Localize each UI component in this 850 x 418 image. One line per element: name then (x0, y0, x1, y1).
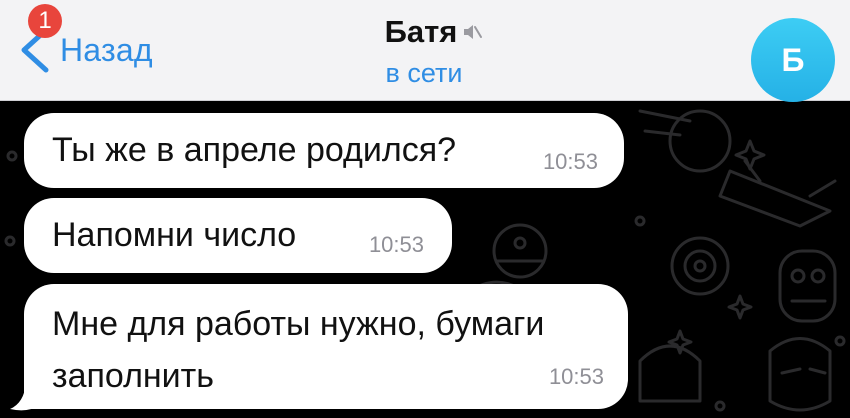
message-time: 10:53 (368, 232, 424, 257)
avatar[interactable]: Б (751, 18, 835, 102)
message-text: Напомни число (52, 216, 297, 254)
chat-title-row: Батя (385, 14, 484, 50)
message-time: 10:53 (548, 364, 604, 389)
chat-status: в сети (385, 58, 463, 88)
message-bubble[interactable]: Мне для работы нужно, бумаги заполнить 1… (24, 284, 628, 409)
chat-header: Назад 1 Батя в сети Б (0, 0, 850, 102)
message-time: 10:53 (542, 149, 598, 174)
mute-icon (464, 25, 483, 39)
message-bubble[interactable]: Ты же в апреле родился? 10:53 (24, 113, 624, 188)
chat-title-block[interactable]: Батя в сети (0, 14, 850, 89)
message-bubble[interactable]: Напомни число 10:53 (24, 198, 452, 273)
chat-screen: Назад 1 Батя в сети Б Ты же в апреле род… (0, 0, 850, 418)
message-text: Мне для работы нужно, бумаги заполнить (52, 305, 545, 395)
chat-title: Батя (384, 14, 458, 49)
message-text: Ты же в апреле родился? (52, 131, 457, 169)
